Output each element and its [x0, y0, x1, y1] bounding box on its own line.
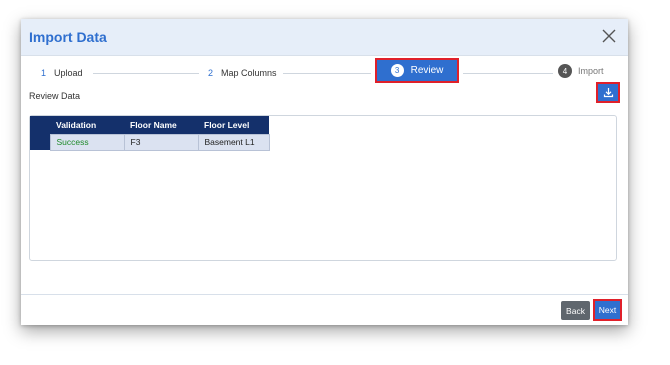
step-connector	[93, 73, 199, 74]
dialog-header: Import Data	[21, 19, 628, 56]
step-review-active: 3 Review	[375, 58, 459, 83]
step-label: Import	[578, 66, 604, 76]
row-gutter	[30, 134, 50, 150]
step-number: 2	[208, 68, 214, 78]
dialog-footer: Back Next	[21, 294, 628, 325]
step-number: 1	[41, 68, 47, 78]
back-button[interactable]: Back	[561, 301, 590, 320]
step-number: 4	[558, 64, 572, 78]
step-label: Review	[410, 65, 444, 76]
step-upload: 1 Upload	[41, 68, 83, 78]
next-button[interactable]: Next	[593, 299, 622, 321]
column-header-floor-level[interactable]: Floor Level	[198, 116, 269, 134]
import-data-dialog: Import Data 1 Upload 2 Map Columns 3 Revie…	[21, 19, 628, 325]
row-gutter-header	[30, 116, 50, 134]
download-button[interactable]	[596, 82, 620, 103]
floor-name-cell: F3	[123, 133, 199, 151]
column-header-validation[interactable]: Validation	[50, 116, 124, 134]
validation-cell: Success	[49, 133, 125, 151]
column-header-floor-name[interactable]: Floor Name	[124, 116, 198, 134]
table-header-row: Validation Floor Name Floor Level	[30, 116, 269, 134]
step-connector	[283, 73, 371, 74]
step-connector	[463, 73, 553, 74]
table-row[interactable]: Success F3 Basement L1	[30, 133, 270, 151]
review-data-label: Review Data	[29, 91, 81, 101]
review-table: Validation Floor Name Floor Level Succes…	[30, 116, 270, 151]
step-label: Map Columns	[221, 68, 277, 78]
step-map-columns: 2 Map Columns	[208, 68, 277, 78]
step-import: 4 Import	[558, 64, 604, 78]
floor-level-cell: Basement L1	[197, 133, 270, 151]
step-number: 3	[390, 64, 404, 77]
download-icon	[603, 88, 613, 98]
dialog-title: Import Data	[29, 29, 107, 45]
stepper: 1 Upload 2 Map Columns	[21, 56, 628, 88]
review-table-panel: Validation Floor Name Floor Level Succes…	[29, 115, 617, 261]
step-label: Upload	[54, 68, 83, 78]
close-icon[interactable]	[600, 27, 618, 45]
